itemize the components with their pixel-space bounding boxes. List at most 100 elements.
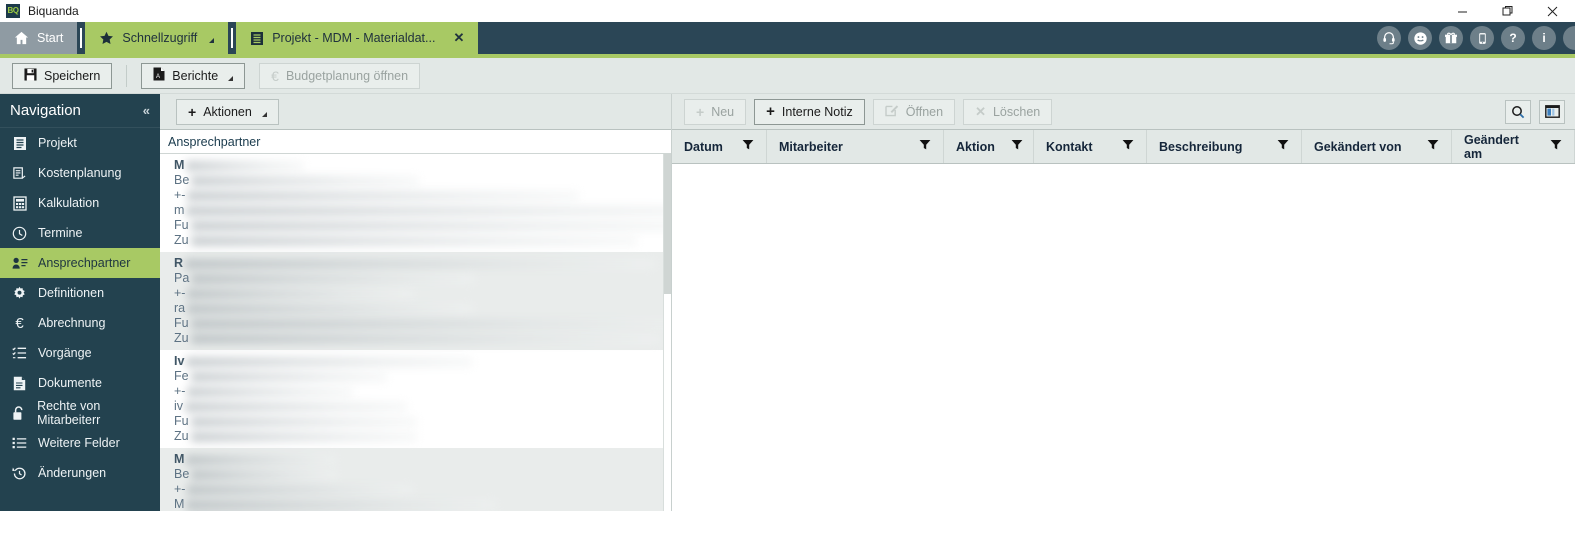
sidebar-item-label: Kalkulation [38, 196, 100, 210]
project-document-icon [11, 136, 28, 151]
maximize-button[interactable] [1485, 0, 1530, 22]
contact-name: R [174, 256, 671, 271]
tab-schnellzugriff-label: Schnellzugriff [122, 31, 198, 45]
sidebar-item-termine[interactable]: Termine [0, 218, 160, 248]
redacted-text [190, 220, 671, 231]
filter-funnel-icon[interactable] [1122, 139, 1134, 154]
layout-columns-button[interactable] [1539, 99, 1565, 124]
redacted-text [191, 469, 338, 480]
contact-list-item[interactable]: M Be +- m Fu Zu [160, 154, 671, 252]
grid-column-header[interactable]: Gekändert von [1302, 130, 1452, 163]
sidebar-item-aenderungen[interactable]: Änderungen [0, 458, 160, 488]
contact-detail-line: Be [174, 173, 671, 188]
chevron-down-icon[interactable] [209, 37, 215, 43]
grid-column-header[interactable]: Mitarbeiter [767, 130, 944, 163]
contact-list-item[interactable]: R Pa +- ra Fu Zu [160, 252, 671, 350]
neu-button[interactable]: + Neu [684, 98, 747, 125]
contact-detail-line: Zu [174, 233, 671, 248]
sidebar-item-label: Abrechnung [38, 316, 106, 330]
minimize-icon [1458, 11, 1467, 12]
tab-projekt-mdm[interactable]: Projekt - MDM - Materialdat... ✕ [236, 22, 479, 54]
document-icon [250, 31, 264, 46]
euro-icon: € [271, 67, 279, 84]
app-title: Biquanda [28, 4, 79, 18]
tab-schnellzugriff[interactable]: Schnellzugriff [85, 22, 229, 54]
close-button[interactable] [1530, 0, 1575, 22]
sidebar-item-dokumente[interactable]: Dokumente [0, 368, 160, 398]
aktionen-button-label: Aktionen [203, 104, 252, 119]
sidebar-item-projekt[interactable]: Projekt [0, 128, 160, 158]
grid-column-label: Mitarbeiter [779, 139, 843, 154]
filter-funnel-icon[interactable] [1550, 139, 1562, 154]
grid-column-label: Geändert am [1464, 132, 1519, 161]
save-button[interactable]: Speichern [12, 62, 113, 89]
x-icon: ✕ [975, 103, 986, 119]
activity-grid-body[interactable] [672, 164, 1575, 511]
utility-icon-group: ? i [1377, 22, 1575, 54]
filter-funnel-icon[interactable] [1277, 139, 1289, 154]
contact-detail-line: +- [174, 384, 671, 399]
filter-funnel-icon[interactable] [919, 139, 931, 154]
document-icon [11, 376, 28, 391]
gift-icon[interactable] [1439, 26, 1463, 50]
collapse-sidebar-icon[interactable]: « [143, 103, 150, 118]
sidebar-item-ansprechpartner[interactable]: Ansprechpartner [0, 248, 160, 278]
grid-column-header[interactable]: Datum [672, 130, 767, 163]
contact-list-item[interactable]: MBe+-MFuZu [160, 448, 671, 511]
contact-list-item[interactable]: Iv Fe +- iv Fu Zu [160, 350, 671, 448]
oeffnen-button[interactable]: Öffnen [872, 98, 956, 125]
list-column-header[interactable]: Ansprechpartner [160, 130, 671, 154]
overflow-icon[interactable] [1563, 26, 1575, 50]
loeschen-button[interactable]: ✕ Löschen [963, 98, 1053, 125]
sidebar-item-definitionen[interactable]: Definitionen [0, 278, 160, 308]
grid-column-header[interactable]: Beschreibung [1147, 130, 1302, 163]
scrollbar-thumb[interactable] [664, 154, 671, 294]
filter-funnel-icon[interactable] [742, 139, 754, 154]
sidebar-item-vorgaenge[interactable]: Vorgänge [0, 338, 160, 368]
contact-detail-line: M [174, 497, 671, 511]
filter-funnel-icon[interactable] [1011, 139, 1023, 154]
grid-column-header[interactable]: Aktion [944, 130, 1034, 163]
budget-planning-button[interactable]: € Budgetplanung öffnen [259, 62, 421, 89]
tab-start[interactable]: Start [0, 22, 78, 54]
sidebar-item-kostenplanung[interactable]: Kostenplanung [0, 158, 160, 188]
feedback-smiley-icon[interactable] [1408, 26, 1432, 50]
mobile-device-icon[interactable] [1470, 26, 1494, 50]
close-icon[interactable]: ✕ [453, 30, 464, 46]
help-question-icon[interactable]: ? [1501, 26, 1525, 50]
sidebar-item-abrechnung[interactable]: € Abrechnung [0, 308, 160, 338]
interne-notiz-button[interactable]: + Interne Notiz [754, 98, 865, 125]
sidebar-item-rechte-von-mitarbeiter[interactable]: Rechte von Mitarbeiterr [0, 398, 160, 428]
filter-funnel-icon[interactable] [1427, 139, 1439, 154]
redacted-text [187, 484, 414, 495]
calculator-icon [11, 195, 28, 211]
chevron-down-icon[interactable] [261, 111, 267, 117]
minimize-button[interactable] [1440, 0, 1485, 22]
budget-planning-button-label: Budgetplanung öffnen [285, 68, 409, 83]
grid-column-header[interactable]: Kontakt [1034, 130, 1147, 163]
clock-icon [11, 226, 28, 241]
list-vertical-scrollbar[interactable] [663, 154, 671, 511]
svg-text:A: A [156, 74, 160, 80]
sidebar-item-label: Termine [38, 226, 83, 240]
chevron-down-icon[interactable] [228, 75, 234, 81]
activity-detail-panel: + Neu + Interne Notiz Öffnen ✕ Löschen D… [672, 94, 1575, 511]
contact-detail-line: Fu [174, 218, 671, 233]
search-button[interactable] [1505, 99, 1531, 124]
interne-notiz-button-label: Interne Notiz [781, 104, 853, 119]
save-button-label: Speichern [44, 68, 101, 83]
support-headset-icon[interactable] [1377, 26, 1401, 50]
reports-button[interactable]: A Berichte [141, 62, 246, 89]
grid-column-label: Kontakt [1046, 139, 1093, 154]
navigation-header: Navigation « [0, 94, 160, 128]
aktionen-button[interactable]: + Aktionen [176, 98, 279, 125]
sidebar-item-kalkulation[interactable]: Kalkulation [0, 188, 160, 218]
navigation-sidebar: Navigation « Projekt Kostenplanung Kalku… [0, 94, 160, 511]
contact-list-scroll-area[interactable]: MBe+-mFuZuRPa+-raFuZuIvFe+-ivFuZuMBe+-MF… [160, 154, 671, 511]
neu-button-label: Neu [711, 104, 735, 119]
sidebar-item-weitere-felder[interactable]: Weitere Felder [0, 428, 160, 458]
info-icon[interactable]: i [1532, 26, 1556, 50]
main-body: Navigation « Projekt Kostenplanung Kalku… [0, 94, 1575, 511]
contact-detail-line: Fu [174, 316, 671, 331]
grid-column-header[interactable]: Geändert am [1452, 130, 1575, 163]
